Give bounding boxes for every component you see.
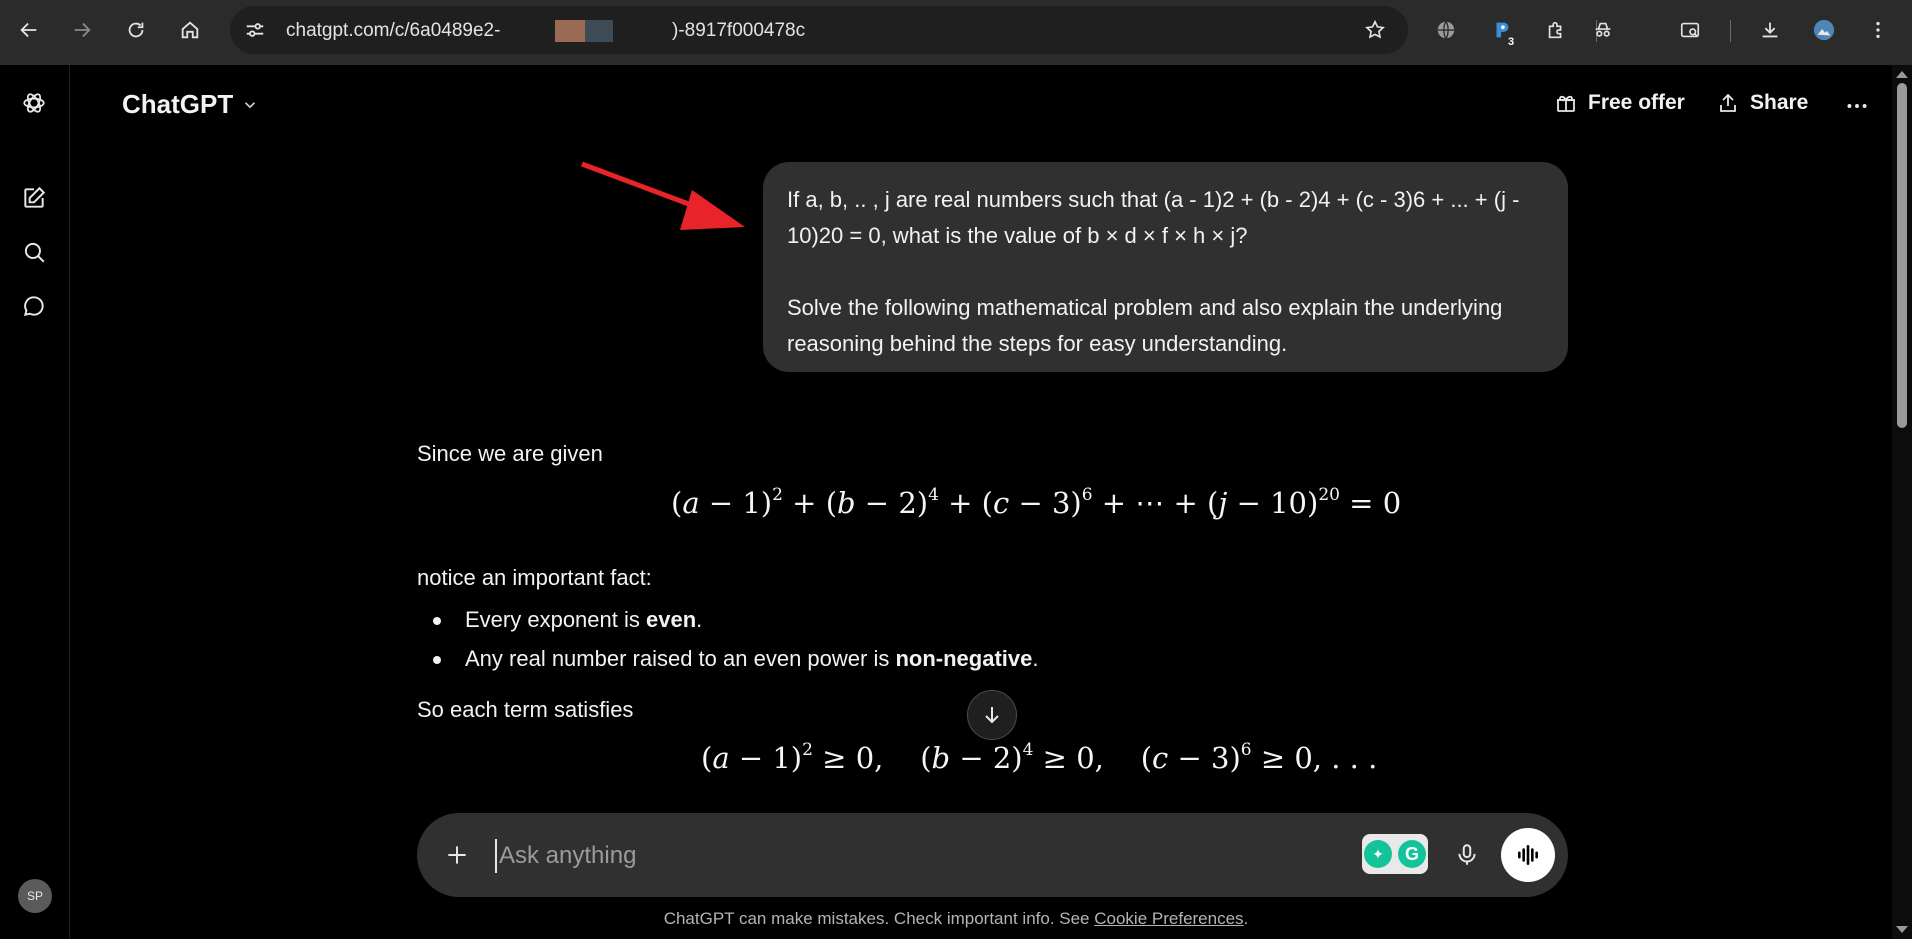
add-attachment-button[interactable] bbox=[441, 839, 473, 871]
profile-button[interactable] bbox=[1806, 12, 1842, 48]
address-bar[interactable]: chatgpt.com/c/6a0489e2- )-8917f000478c bbox=[230, 6, 1408, 54]
edit-icon bbox=[24, 186, 46, 208]
kebab-menu-icon bbox=[1876, 21, 1880, 39]
grammarly-assist-icon: ✦ bbox=[1364, 840, 1392, 868]
toolbar-divider bbox=[1730, 20, 1731, 42]
arrow-left-icon bbox=[20, 22, 37, 38]
site-settings-icon[interactable] bbox=[244, 19, 266, 41]
dictate-button[interactable] bbox=[1449, 837, 1485, 873]
browser-toolbar: chatgpt.com/c/6a0489e2- )-8917f000478c 3 bbox=[0, 0, 1912, 65]
reload-icon bbox=[128, 22, 144, 38]
disclaimer-text: ChatGPT can make mistakes. Check importa… bbox=[663, 909, 1095, 928]
grammarly-widget[interactable]: ✦ G bbox=[1362, 834, 1428, 874]
home-icon bbox=[181, 21, 199, 39]
scroll-thumb[interactable] bbox=[1897, 83, 1907, 428]
spy-icon bbox=[1595, 22, 1611, 37]
user-message-question: If a, b, .. , j are real numbers such th… bbox=[787, 187, 1520, 248]
annotation-arrow-icon bbox=[581, 161, 745, 230]
bullet-text: Every exponent is bbox=[465, 607, 646, 632]
sidebar-rail: SP bbox=[0, 65, 70, 939]
plus-icon bbox=[448, 846, 466, 864]
gift-icon bbox=[1557, 95, 1575, 112]
more-options-button[interactable] bbox=[1842, 91, 1872, 121]
disclaimer-end: . bbox=[1243, 909, 1249, 928]
ellipsis-icon bbox=[1847, 104, 1867, 108]
cookie-preferences-link[interactable]: Cookie Preferences bbox=[1094, 909, 1243, 928]
reload-button[interactable] bbox=[118, 12, 154, 48]
share-label: Share bbox=[1750, 91, 1809, 114]
model-title: ChatGPT bbox=[122, 89, 234, 119]
back-button[interactable] bbox=[11, 12, 47, 48]
free-offer-label: Free offer bbox=[1588, 91, 1685, 114]
extensions-menu-button[interactable] bbox=[1538, 12, 1574, 48]
search-chats-button[interactable] bbox=[18, 236, 50, 268]
bullet-end: . bbox=[696, 607, 703, 632]
share-button[interactable]: Share bbox=[1716, 91, 1808, 115]
voice-waveform-icon bbox=[1518, 845, 1538, 865]
redaction-block bbox=[555, 20, 585, 42]
page-scrollbar[interactable] bbox=[1892, 65, 1912, 939]
new-chat-button[interactable] bbox=[18, 182, 50, 214]
home-button[interactable] bbox=[172, 12, 208, 48]
bullet-bold: non-negative bbox=[895, 646, 1033, 671]
user-avatar[interactable]: SP bbox=[18, 879, 52, 913]
list-item: Any real number raised to an even power … bbox=[417, 644, 1038, 683]
answer-intro: Since we are given bbox=[417, 441, 603, 466]
tab-search-button[interactable] bbox=[1672, 12, 1708, 48]
openai-logo-icon bbox=[23, 93, 45, 113]
equation-inequalities: (a − 1)2 ≥ 0, (b − 2)4 ≥ 0, (c − 3)6 ≥ 0… bbox=[701, 740, 1378, 775]
url-suffix: )-8917f000478c bbox=[672, 20, 806, 41]
globe-icon bbox=[1437, 21, 1455, 39]
forward-button[interactable] bbox=[64, 12, 100, 48]
search-icon bbox=[24, 242, 45, 263]
chats-button[interactable] bbox=[18, 290, 50, 322]
disclaimer-footer: ChatGPT can make mistakes. Check importa… bbox=[0, 909, 1912, 929]
scroll-to-bottom-button[interactable] bbox=[967, 690, 1017, 740]
bookmark-star-icon[interactable] bbox=[1364, 19, 1386, 41]
voice-mode-button[interactable] bbox=[1501, 828, 1555, 882]
user-message-instruction: Solve the following mathematical problem… bbox=[787, 295, 1503, 356]
answer-so-each: So each term satisfies bbox=[417, 697, 634, 722]
extension-button[interactable] bbox=[1484, 12, 1520, 48]
composer: ✦ G bbox=[417, 813, 1568, 897]
download-icon bbox=[1762, 22, 1778, 38]
browser-menu-button[interactable] bbox=[1860, 12, 1896, 48]
answer-notice: notice an important fact: bbox=[417, 565, 652, 590]
grammarly-g-icon: G bbox=[1398, 840, 1426, 868]
scroll-up-arrow[interactable] bbox=[1896, 71, 1908, 78]
prompt-input[interactable] bbox=[495, 839, 1145, 873]
share-icon bbox=[1720, 93, 1736, 112]
list-item: Every exponent is even. bbox=[417, 605, 1038, 644]
openai-logo-button[interactable] bbox=[18, 87, 50, 119]
arrow-right-icon bbox=[74, 22, 91, 38]
bullet-text: Any real number raised to an even power … bbox=[465, 646, 896, 671]
free-offer-button[interactable]: Free offer bbox=[1554, 91, 1685, 115]
downloads-button[interactable] bbox=[1752, 12, 1788, 48]
chat-header: ChatGPT Free offer Share bbox=[70, 65, 1892, 145]
profile-avatar-icon bbox=[1813, 19, 1835, 41]
chat-bubble-icon bbox=[23, 296, 44, 316]
user-message-bubble: If a, b, .. , j are real numbers such th… bbox=[763, 162, 1568, 372]
fact-list: Every exponent is even. Any real number … bbox=[417, 605, 1038, 683]
scroll-down-arrow[interactable] bbox=[1896, 926, 1908, 933]
equation-sum: (a − 1)2 + (b − 2)4 + (c − 3)6 + ⋯ + (j … bbox=[671, 485, 1402, 520]
chevron-down-icon bbox=[245, 101, 256, 108]
redaction-block bbox=[585, 20, 613, 42]
microphone-icon bbox=[1458, 844, 1476, 865]
puzzle-icon bbox=[1548, 21, 1562, 39]
bullet-bold: even bbox=[645, 607, 697, 632]
bullet-end: . bbox=[1032, 646, 1039, 671]
model-selector[interactable]: ChatGPT bbox=[122, 89, 259, 120]
incognito-button[interactable] bbox=[1585, 12, 1621, 48]
arrow-down-icon bbox=[985, 707, 999, 724]
window-search-icon bbox=[1680, 22, 1700, 38]
extension-badge: 3 bbox=[1508, 36, 1515, 48]
translate-extension-button[interactable] bbox=[1428, 12, 1464, 48]
url-prefix: chatgpt.com/c/6a0489e2- bbox=[286, 20, 501, 41]
